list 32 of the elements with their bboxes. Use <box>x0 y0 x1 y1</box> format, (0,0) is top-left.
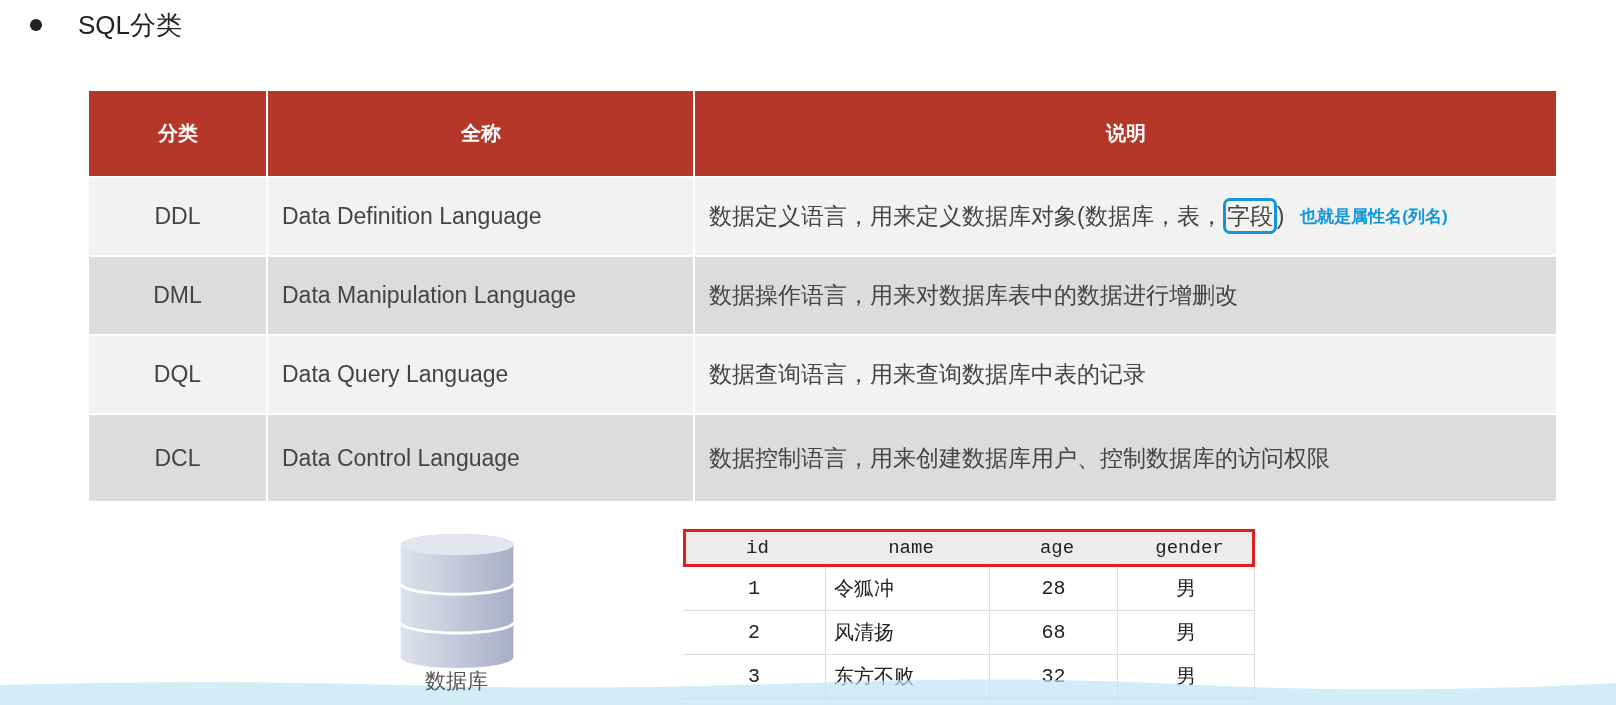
description-text: 数据操作语言，用来对数据库表中的数据进行增删改 <box>709 281 1238 310</box>
bullet-icon <box>30 19 42 31</box>
description-text: 数据控制语言，用来创建数据库用户、控制数据库的访问权限 <box>709 443 1330 473</box>
table-header-cell: 分类 <box>89 91 268 176</box>
column-header: name <box>887 536 935 561</box>
table-cell: Data Definition Language <box>268 176 695 255</box>
table-cell: Data Query Language <box>268 334 695 413</box>
description-text: 数据查询语言，用来查询数据库中表的记录 <box>709 360 1146 389</box>
column-header: id <box>745 536 770 561</box>
table-header-cell: 说明 <box>695 91 1558 176</box>
table-cell: 68 <box>990 611 1118 655</box>
database-label: 数据库 <box>425 669 488 693</box>
table-cell: 风清扬 <box>826 611 990 655</box>
table-cell: DDL <box>89 176 268 255</box>
table-cell: 男 <box>1118 611 1255 655</box>
table-cell: DQL <box>89 334 268 413</box>
table-cell: DCL <box>89 413 268 501</box>
column-header: age <box>1038 536 1076 561</box>
table-header-cell: 全称 <box>268 91 695 176</box>
table-cell: Data Control Language <box>268 413 695 501</box>
table-cell: 1 <box>683 567 826 611</box>
table-cell: 令狐冲 <box>826 567 990 611</box>
table-cell: 男 <box>1118 567 1255 611</box>
table-cell: 28 <box>990 567 1118 611</box>
database-icon <box>397 533 516 669</box>
table-cell: Data Manipulation Language <box>268 255 695 334</box>
column-header: gender <box>1154 536 1225 561</box>
table-cell: 2 <box>683 611 826 655</box>
table-cell: DML <box>89 255 268 334</box>
description-text: 数据定义语言，用来定义数据库对象(数据库，表， 字段 ) <box>709 201 1285 232</box>
slide-title: SQL分类 <box>78 8 183 42</box>
annotation-text: 也就是属性名(列名) <box>1300 206 1448 228</box>
